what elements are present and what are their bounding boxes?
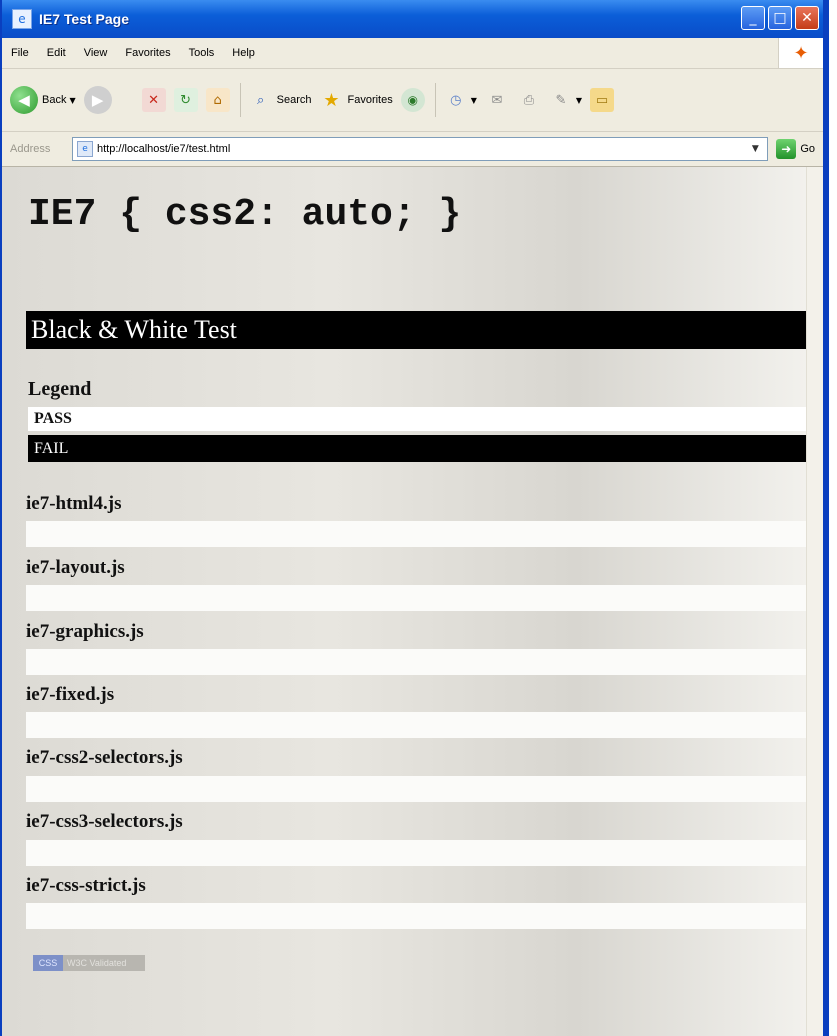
- folder-icon: ▭: [590, 88, 615, 112]
- validation-badge[interactable]: CSS W3C Validated: [33, 955, 145, 971]
- back-label: Back: [42, 94, 67, 106]
- star-icon: ★: [323, 89, 340, 111]
- page-heading: IE7 { css2: auto; }: [28, 193, 462, 236]
- vertical-scrollbar[interactable]: [806, 167, 823, 1036]
- page-icon: e: [77, 141, 93, 157]
- history-dropdown-icon[interactable]: ▼: [471, 96, 477, 105]
- legend-pass: PASS: [28, 407, 806, 431]
- favorites-button[interactable]: ★ Favorites: [319, 88, 392, 112]
- edit-dropdown-icon[interactable]: ▼: [576, 96, 582, 105]
- go-arrow-icon: ➜: [776, 139, 797, 159]
- test-heading-css2-selectors: ie7-css2-selectors.js: [26, 747, 183, 768]
- test-heading-layout: ie7-layout.js: [26, 557, 125, 578]
- print-icon: ⎙: [523, 92, 535, 108]
- stop-icon: ✕: [141, 88, 166, 112]
- test-result-bar: [26, 521, 806, 547]
- title-bar[interactable]: e IE7 Test Page _ □ ✕: [2, 0, 823, 38]
- windows-logo-icon: ✦: [778, 38, 823, 68]
- test-result-bar: [26, 776, 806, 802]
- menu-favorites[interactable]: Favorites: [116, 47, 179, 59]
- test-result-bar: [26, 903, 806, 929]
- address-url: http://localhost/ie7/test.html: [97, 143, 231, 155]
- menu-file[interactable]: File: [2, 47, 38, 59]
- menu-bar: File Edit View Favorites Tools Help ✦: [2, 38, 823, 69]
- menu-help[interactable]: Help: [223, 47, 264, 59]
- favorites-label: Favorites: [347, 94, 393, 106]
- standard-toolbar: ◀ Back ▼ ▶ ✕ ↻ ⌂ ⌕ Search ★ Favorites ◉: [2, 69, 823, 132]
- test-result-bar: [26, 840, 806, 866]
- window-title: IE7 Test Page: [39, 11, 130, 27]
- refresh-icon: ↻: [173, 88, 198, 112]
- menu-tools[interactable]: Tools: [180, 47, 224, 59]
- back-arrow-icon: ◀: [10, 86, 38, 114]
- search-label: Search: [276, 94, 312, 106]
- menu-view[interactable]: View: [75, 47, 117, 59]
- minimize-button[interactable]: _: [741, 6, 765, 30]
- edit-icon: ✎: [555, 92, 567, 108]
- legend-heading: Legend: [28, 378, 92, 400]
- test-heading-graphics: ie7-graphics.js: [26, 621, 144, 642]
- page-content: IE7 { css2: auto; } Black & White Test L…: [2, 167, 823, 1036]
- test-heading-css3-selectors: ie7-css3-selectors.js: [26, 811, 183, 832]
- history-icon: ◷: [450, 92, 462, 108]
- test-heading-html4: ie7-html4.js: [26, 493, 122, 514]
- forward-arrow-icon: ▶: [83, 86, 112, 114]
- toolbar-separator: [434, 83, 436, 117]
- stop-button[interactable]: ✕: [141, 88, 166, 112]
- home-button[interactable]: ⌂: [205, 88, 230, 112]
- close-button[interactable]: ✕: [795, 6, 819, 30]
- address-bar: Address e http://localhost/ie7/test.html…: [2, 132, 823, 167]
- media-icon: ◉: [400, 88, 425, 112]
- maximize-button[interactable]: □: [768, 6, 792, 30]
- back-dropdown-icon[interactable]: ▼: [69, 96, 75, 105]
- test-result-bar: [26, 712, 806, 738]
- back-button[interactable]: ◀ Back ▼: [10, 86, 76, 114]
- section-title: Black & White Test: [26, 311, 806, 349]
- legend-fail: FAIL: [28, 435, 806, 462]
- badge-right: W3C Validated: [63, 955, 145, 971]
- go-button[interactable]: ➜ Go: [776, 139, 815, 159]
- browser-window: e IE7 Test Page _ □ ✕ File Edit View Fav…: [0, 0, 829, 1036]
- ie-page-icon: e: [12, 9, 32, 29]
- go-label: Go: [800, 143, 815, 155]
- folder-button[interactable]: ▭: [590, 88, 615, 112]
- search-button[interactable]: ⌕ Search: [249, 88, 312, 112]
- forward-button[interactable]: ▶: [83, 86, 112, 114]
- test-heading-fixed: ie7-fixed.js: [26, 684, 115, 705]
- menu-edit[interactable]: Edit: [38, 47, 75, 59]
- home-icon: ⌂: [205, 88, 230, 112]
- edit-button[interactable]: ✎ ▼: [549, 88, 582, 112]
- history-button[interactable]: ◷ ▼: [444, 88, 477, 112]
- test-result-bar: [26, 649, 806, 675]
- test-heading-css-strict: ie7-css-strict.js: [26, 875, 146, 896]
- toolbar-separator: [239, 83, 241, 117]
- address-input[interactable]: e http://localhost/ie7/test.html ▼: [72, 137, 769, 161]
- test-result-bar: [26, 585, 806, 611]
- search-icon: ⌕: [256, 92, 265, 108]
- print-button[interactable]: ⎙: [517, 88, 541, 112]
- mail-icon: ✉: [491, 92, 503, 108]
- address-dropdown-icon[interactable]: ▼: [745, 139, 765, 159]
- media-button[interactable]: ◉: [400, 88, 425, 112]
- refresh-button[interactable]: ↻: [173, 88, 198, 112]
- badge-left: CSS: [33, 955, 63, 971]
- mail-button[interactable]: ✉: [485, 88, 509, 112]
- address-label: Address: [10, 143, 51, 155]
